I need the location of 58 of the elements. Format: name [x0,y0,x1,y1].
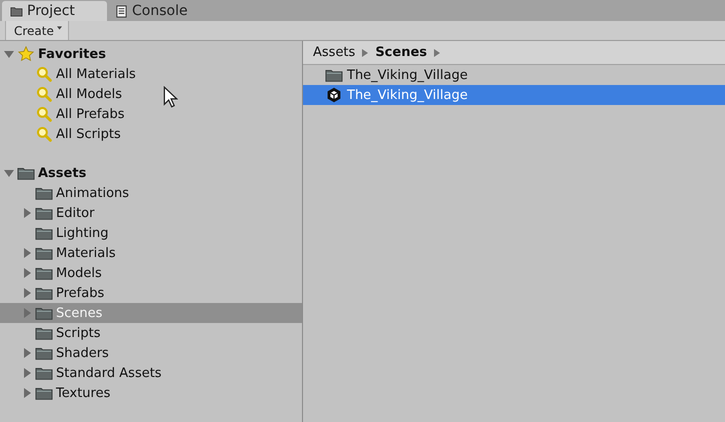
expand-arrow-icon[interactable] [22,388,32,398]
star-icon [17,46,35,62]
tree-item[interactable]: Prefabs [0,283,302,303]
folder-icon [35,285,53,301]
cube-logo-icon [325,87,343,103]
expand-arrow-icon[interactable] [22,208,32,218]
search-icon [35,106,53,122]
tree-group-label[interactable]: Favorites [38,46,106,62]
breadcrumb-item[interactable]: Scenes [375,45,428,60]
tree-group-label[interactable]: Assets [38,166,86,180]
folder-icon [35,345,53,361]
expand-arrow-icon[interactable] [22,308,32,318]
expand-arrow-icon[interactable] [4,168,14,178]
tree-item[interactable]: Textures [0,383,302,403]
folder-icon [17,165,35,181]
folder-icon [10,4,23,18]
folder-icon [35,225,53,241]
tree-item[interactable]: Lighting [0,223,302,243]
breadcrumb-item[interactable]: Assets [313,45,356,60]
tree-item[interactable]: All Materials [0,64,302,84]
tab[interactable]: Project [2,1,107,21]
expand-arrow-icon[interactable] [22,268,32,278]
expand-arrow-icon[interactable] [22,288,32,298]
search-icon [35,66,53,82]
folder-icon [35,365,53,381]
mouse-cursor-icon [163,86,178,108]
expand-arrow-icon[interactable] [22,348,32,358]
file-item[interactable]: The_Viking_Village [303,85,725,105]
folder-icon [35,265,53,281]
expand-arrow-icon[interactable] [22,248,32,258]
caret-icon [56,26,62,30]
tree-item[interactable]: Shaders [0,343,302,363]
folder-icon [35,185,53,201]
file-item[interactable]: The_Viking_Village [303,65,725,85]
tree-item[interactable]: All Prefabs [0,104,302,124]
folder-icon [35,385,53,401]
tree-item[interactable]: All Scripts [0,124,302,144]
expand-arrow-icon[interactable] [22,368,32,378]
tab[interactable]: Console [107,1,212,21]
tree-item[interactable]: Animations [0,183,302,203]
folder-icon [35,245,53,261]
expand-arrow-icon[interactable] [4,49,14,59]
folder-icon [35,305,53,321]
document-icon [115,4,128,18]
folder-icon [35,325,53,341]
tree-item[interactable]: All Models [0,84,302,104]
search-icon [35,126,53,142]
folder-icon [35,205,53,221]
tree-item[interactable]: Editor [0,203,302,223]
tree-item[interactable]: Scripts [0,323,302,343]
tree-item[interactable]: Models [0,263,302,283]
chevron-icon [362,48,368,56]
chevron-icon [434,48,440,56]
search-icon [35,86,53,102]
tree-item[interactable]: Materials [0,243,302,263]
tree-item[interactable]: Standard Assets [0,363,302,383]
folder-icon [325,67,343,83]
create-button[interactable]: Create [5,21,69,40]
